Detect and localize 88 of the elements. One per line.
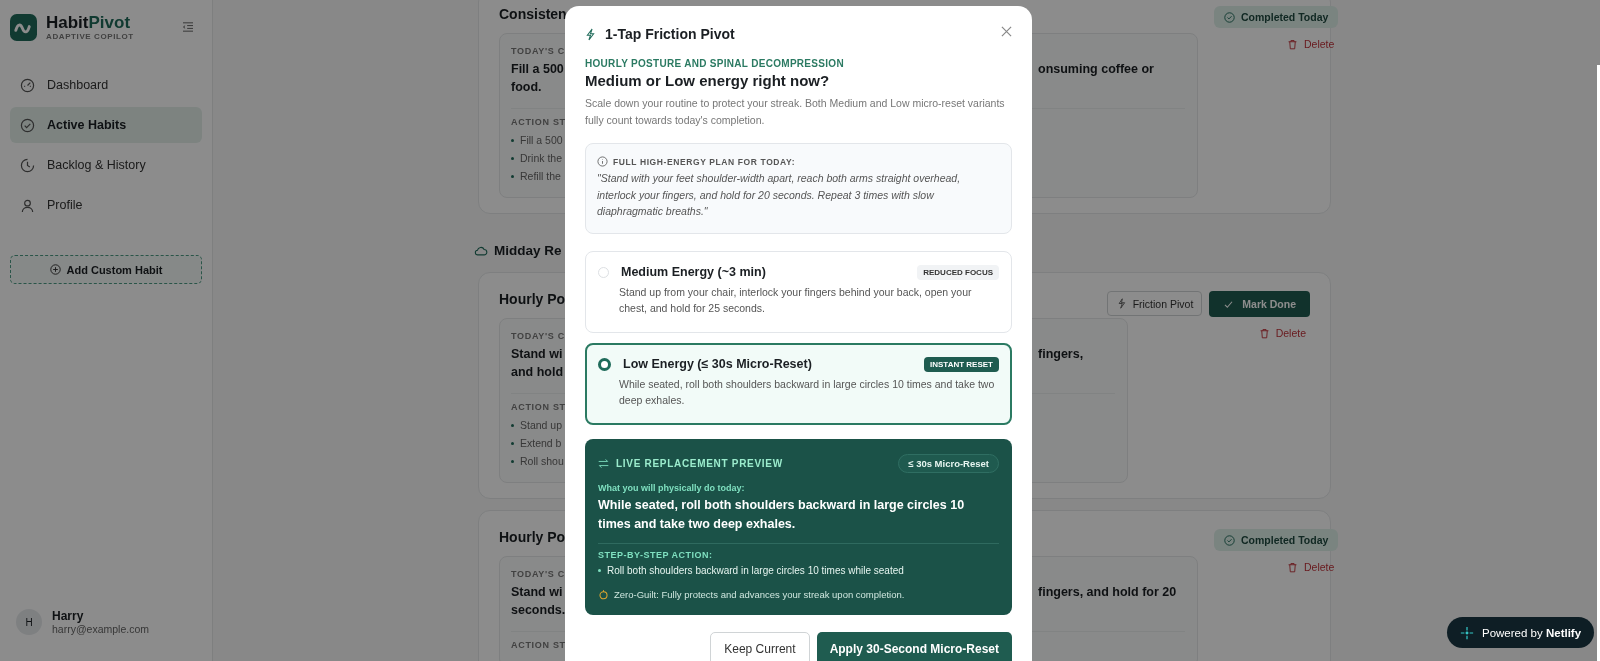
radio-button[interactable] bbox=[598, 357, 611, 371]
option-tag: INSTANT RESET bbox=[924, 356, 999, 372]
delete-button[interactable]: Delete bbox=[1254, 325, 1310, 341]
close-icon[interactable] bbox=[1001, 25, 1012, 37]
check-circle-icon bbox=[20, 117, 35, 133]
option-description: While seated, roll both shoulders backward in large circles 10 times and take two deep exhales. bbox=[619, 376, 996, 408]
delete-button[interactable]: Delete bbox=[1282, 559, 1339, 575]
nav-item[interactable]: Backlog & History bbox=[10, 147, 202, 183]
nav-item[interactable]: Active Habits bbox=[10, 107, 202, 143]
habit-name: HOURLY POSTURE AND SPINAL DECOMPRESSION bbox=[585, 58, 845, 69]
check-icon bbox=[1223, 298, 1235, 310]
check-circle-icon bbox=[1224, 534, 1235, 546]
preview-action: While seated, roll both shoulders backward in large circles 10 times and take two deep exhales. bbox=[598, 496, 966, 533]
step-item: Roll shou bbox=[511, 452, 564, 470]
user-name: Harry bbox=[52, 609, 85, 623]
app-tagline: ADAPTIVE COPILOT bbox=[46, 32, 135, 41]
steps-label: ACTION ST bbox=[511, 117, 566, 127]
gauge-icon bbox=[20, 77, 35, 93]
option-title: Medium Energy (~3 min) bbox=[621, 265, 767, 279]
habit-title: Consisten bbox=[499, 6, 567, 22]
lightning-icon bbox=[1115, 298, 1127, 309]
dialog-question: Medium or Low energy right now? bbox=[585, 72, 831, 89]
energy-option[interactable]: Low Energy (≤ 30s Micro-Reset) INSTANT RESET While seated, roll both shoulders backward in large circles 10 times and take two deep exhales. bbox=[585, 342, 1012, 425]
option-tag: REDUCED FOCUS bbox=[917, 264, 999, 280]
challenge-text: Fill a 500 bbox=[511, 61, 564, 78]
nav-item[interactable]: Profile bbox=[10, 187, 202, 223]
keep-current-button[interactable]: Keep Current bbox=[710, 631, 810, 661]
preview-note: Zero-Guilt: Fully protects and advances your streak upon completion. bbox=[614, 588, 905, 600]
step-item: Extend b bbox=[511, 434, 562, 452]
trash-icon bbox=[1286, 38, 1298, 50]
collapse-menu-icon[interactable] bbox=[182, 22, 194, 32]
plan-text: "Stand with your feet shoulder-width apart, reach both arms straight overhead, interlock your fingers, and hold for 20 seconds. Repeat 3 times with slow diaphragmatic breaths." bbox=[597, 171, 962, 219]
challenge-text: food. bbox=[511, 79, 542, 96]
option-title: Low Energy (≤ 30s Micro-Reset) bbox=[623, 357, 813, 371]
info-icon bbox=[597, 156, 608, 167]
nav-item[interactable]: Dashboard bbox=[10, 67, 202, 103]
check-circle-icon bbox=[1224, 11, 1235, 23]
mark-done-button[interactable]: Mark Done bbox=[1209, 291, 1310, 317]
challenge-label: TODAY'S C bbox=[511, 46, 565, 56]
challenge-text: Stand wi bbox=[511, 584, 563, 601]
lightning-icon bbox=[585, 27, 596, 41]
wave-logo-icon bbox=[10, 13, 37, 41]
challenge-text: fingers, and hold for 20 bbox=[1038, 584, 1177, 601]
netlify-badge[interactable]: Powered by Netlify bbox=[1447, 617, 1595, 648]
step-item: Stand up bbox=[511, 416, 563, 434]
habit-title: Hourly Po bbox=[499, 291, 566, 307]
step-item: Refill the bbox=[511, 167, 561, 185]
challenge-text: fingers, bbox=[1038, 346, 1084, 363]
completed-badge: Completed Today bbox=[1214, 6, 1339, 28]
timer-icon bbox=[598, 588, 609, 600]
apply-button[interactable]: Apply 30-Second Micro-Reset bbox=[816, 631, 1012, 661]
plus-circle-icon bbox=[49, 264, 61, 275]
user-email: harry@example.com bbox=[52, 623, 150, 635]
avatar: H bbox=[16, 609, 42, 635]
step-item: Drink the bbox=[511, 149, 562, 167]
preview-badge: ≤ 30s Micro-Reset bbox=[898, 453, 999, 473]
steps-label: ACTION ST bbox=[511, 402, 566, 412]
preview-intro: What you will physically do today: bbox=[598, 482, 746, 493]
section-heading: Midday Re bbox=[494, 243, 562, 258]
scrollbar[interactable] bbox=[1597, 65, 1600, 661]
completed-badge: Completed Today bbox=[1214, 529, 1339, 551]
clock-icon bbox=[20, 157, 35, 173]
friction-pivot-button[interactable]: Friction Pivot bbox=[1106, 291, 1203, 316]
challenge-text: onsuming coffee or bbox=[1038, 61, 1154, 78]
challenge-text: Stand wi bbox=[511, 346, 563, 363]
add-custom-habit-button[interactable]: Add Custom Habit bbox=[10, 255, 202, 284]
preview-label: LIVE REPLACEMENT PREVIEW bbox=[616, 457, 784, 469]
challenge-text: and hold bbox=[511, 364, 564, 381]
challenge-text: seconds. bbox=[511, 602, 566, 619]
cloud-icon bbox=[474, 245, 488, 256]
delete-button[interactable]: Delete bbox=[1282, 36, 1339, 52]
challenge-label: TODAY'S C bbox=[511, 569, 565, 579]
option-description: Stand up from your chair, interlock your fingers behind your back, open your chest, and hold for 25 seconds. bbox=[619, 284, 973, 316]
dialog-title: 1-Tap Friction Pivot bbox=[605, 26, 736, 42]
step-item: Fill a 500 bbox=[511, 131, 563, 149]
app-name: HabitPivot bbox=[46, 13, 132, 32]
dialog-description: Scale down your routine to protect your streak. Both Medium and Low micro-reset variants fully count towards today's completion. bbox=[585, 96, 1006, 128]
energy-option[interactable]: Medium Energy (~3 min) REDUCED FOCUS Stand up from your chair, interlock your fingers behind your back, open your chest, and hold for 25 seconds. bbox=[585, 250, 1012, 333]
step-item: Roll both shoulders backward in large circles 10 times while seated bbox=[598, 561, 999, 579]
swap-arrows-icon bbox=[598, 457, 609, 469]
plan-label: FULL HIGH-ENERGY PLAN FOR TODAY: bbox=[613, 156, 796, 167]
challenge-label: TODAY'S C bbox=[511, 331, 565, 341]
habit-title: Hourly Po bbox=[499, 529, 566, 545]
user-icon bbox=[20, 197, 35, 213]
steps-label: ACTION ST bbox=[511, 640, 566, 650]
steps-label: STEP-BY-STEP ACTION: bbox=[598, 549, 714, 560]
trash-icon bbox=[1258, 327, 1270, 339]
trash-icon bbox=[1286, 561, 1298, 573]
